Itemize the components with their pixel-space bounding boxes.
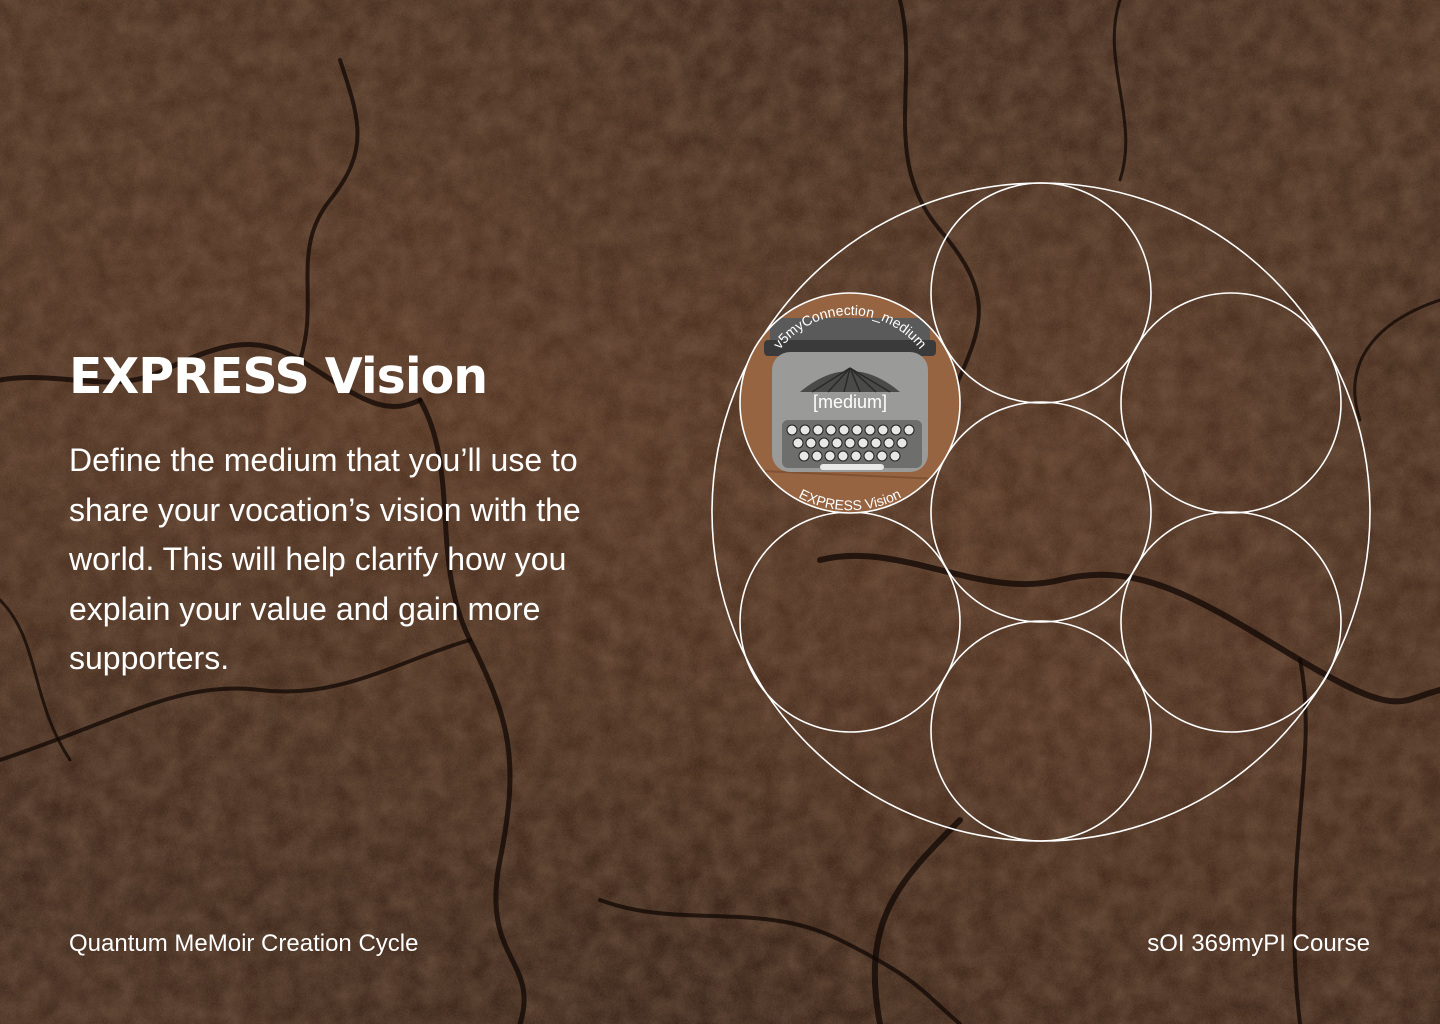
- active-circle-center-label: [medium]: [813, 392, 887, 412]
- circle-bottom: [930, 620, 1152, 842]
- footer-course-name: sOI 369myPI Course: [1147, 930, 1370, 957]
- footer-cycle-name: Quantum MeMoir Creation Cycle: [69, 930, 419, 957]
- active-circle-upper-left[interactable]: v5myConnection_medium [medium] EXPRESS V…: [739, 292, 961, 514]
- seed-of-life-diagram: v5myConnection_medium [medium] EXPRESS V…: [711, 182, 1371, 842]
- circle-lower-right: [1120, 511, 1342, 733]
- circle-lower-left: [739, 511, 961, 733]
- outer-circle: [711, 182, 1371, 842]
- circle-center: [930, 401, 1152, 623]
- circle-top: [930, 182, 1152, 404]
- circle-upper-right: [1120, 292, 1342, 514]
- slide: EXPRESS Vision Define the medium that yo…: [0, 0, 1440, 1024]
